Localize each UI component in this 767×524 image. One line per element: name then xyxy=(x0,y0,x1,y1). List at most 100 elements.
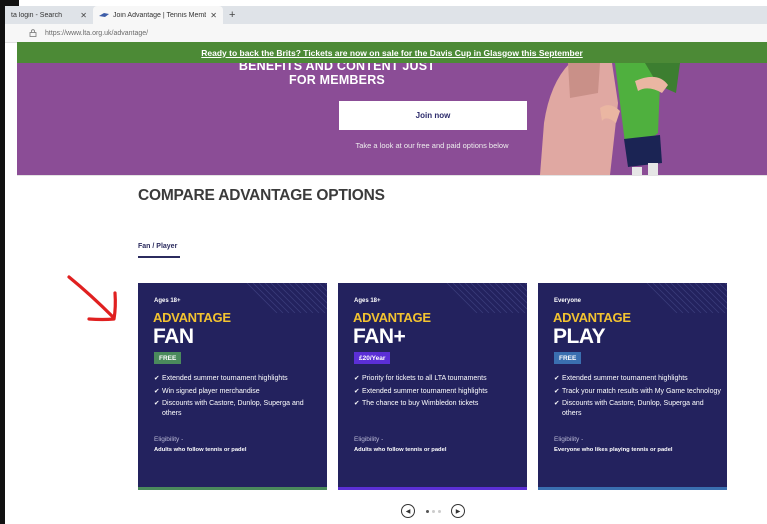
card-brand: ADVANTAGE xyxy=(553,310,631,325)
card-bottom-bar xyxy=(338,487,527,490)
tab-active-underline xyxy=(138,256,180,258)
stripe-line xyxy=(476,283,508,313)
feature-item: ✔ Track your match results with My Game t… xyxy=(554,387,722,397)
eligibility-value: Everyone who likes playing tennis or pad… xyxy=(554,447,673,453)
card-age: Ages 18+ xyxy=(154,298,181,304)
hero-section: BENEFITS AND CONTENT JUST FOR MEMBERS Jo… xyxy=(17,63,767,175)
stripe-line xyxy=(446,283,478,313)
stripe-line xyxy=(494,283,526,313)
eligibility-value: Adults who follow tennis or padel xyxy=(354,447,447,453)
check-icon: ✔ xyxy=(554,387,560,395)
tab-fan-player[interactable]: Fan / Player xyxy=(138,243,177,250)
stripe-pattern-icon xyxy=(446,283,527,313)
browser-tab-advantage[interactable]: Join Advantage | Tennis Membe ✕ xyxy=(93,6,223,24)
stripe-line xyxy=(276,283,308,313)
hero-players-image xyxy=(540,63,710,175)
price-badge: FREE xyxy=(554,352,582,364)
stripe-line xyxy=(458,283,490,313)
feature-text: Win signed player merchandise xyxy=(162,387,260,395)
stripe-line xyxy=(246,283,278,313)
card-brand: ADVANTAGE xyxy=(353,310,431,325)
check-icon: ✔ xyxy=(554,375,560,382)
lock-icon xyxy=(29,29,37,37)
red-arrow-annotation-icon xyxy=(67,275,117,322)
card-age: Everyone xyxy=(554,298,582,304)
browser-tab-search[interactable]: ta login - Search ✕ xyxy=(5,6,93,24)
feature-text: Discounts with Castore, Dunlop, Superga … xyxy=(162,400,304,417)
stripe-line xyxy=(694,283,726,313)
membership-card-fan[interactable]: Ages 18+ ADVANTAGE FAN FREE ✔ Extended su… xyxy=(138,283,327,490)
carousel-pager: ◀ ▶ xyxy=(401,503,465,519)
card-name: FAN+ xyxy=(353,325,406,348)
stripe-line xyxy=(688,283,720,313)
stripe-line xyxy=(464,283,496,313)
carousel-dot[interactable] xyxy=(437,509,441,513)
carousel-dot[interactable] xyxy=(425,509,429,513)
stripe-line xyxy=(682,283,714,313)
feature-item: ✔ The chance to buy Wimbledon tickets xyxy=(354,399,522,409)
feature-text: Discounts with Castore, Dunlop, Superga … xyxy=(562,400,704,417)
promo-banner-link[interactable]: Ready to back the Brits? Tickets are now… xyxy=(17,42,767,63)
url-text[interactable]: https://www.lta.org.uk/advantage/ xyxy=(45,30,148,37)
tab-title: Join Advantage | Tennis Membe xyxy=(113,11,207,19)
carousel-dots xyxy=(425,509,441,513)
carousel-dot[interactable] xyxy=(431,509,435,513)
feature-item: ✔ Extended summer tournament highlights xyxy=(554,374,722,384)
eligibility-label: Eligibility - xyxy=(354,436,384,443)
feature-item: ✔ Discounts with Castore, Dunlop, Superga… xyxy=(154,399,322,419)
feature-item: ✔ Discounts with Castore, Dunlop, Superga… xyxy=(554,399,722,419)
eligibility-label: Eligibility - xyxy=(154,436,184,443)
stripe-line xyxy=(258,283,290,313)
eligibility-value: Adults who follow tennis or padel xyxy=(154,447,247,453)
card-brand: ADVANTAGE xyxy=(153,310,231,325)
window-edge xyxy=(0,0,5,524)
membership-card-fan-plus[interactable]: Ages 18+ ADVANTAGE FAN+ £20/Year ✔ Priori… xyxy=(338,283,527,490)
check-icon: ✔ xyxy=(154,387,160,395)
stripe-line xyxy=(652,283,684,313)
card-age: Ages 18+ xyxy=(354,298,381,304)
check-icon: ✔ xyxy=(354,387,360,395)
feature-text: The chance to buy Wimbledon tickets xyxy=(362,400,479,407)
card-name: PLAY xyxy=(553,325,606,348)
stripe-line xyxy=(658,283,690,313)
stripe-line xyxy=(288,283,320,313)
feature-text: Priority for tickets to all LTA tourname… xyxy=(362,375,487,382)
check-icon: ✔ xyxy=(354,375,360,382)
join-now-button[interactable]: Join now xyxy=(339,101,527,130)
close-icon[interactable]: ✕ xyxy=(210,11,217,20)
carousel-prev-button[interactable]: ◀ xyxy=(401,504,415,518)
feature-item: ✔ Extended summer tournament highlights xyxy=(154,374,322,384)
stripe-line xyxy=(294,283,326,313)
stripe-line xyxy=(646,283,678,313)
feature-list: ✔ Extended summer tournament highlights ✔… xyxy=(554,374,722,422)
stripe-pattern-icon xyxy=(246,283,327,313)
check-icon: ✔ xyxy=(154,400,160,407)
browser-tab-bar: ta login - Search ✕ Join Advantage | Ten… xyxy=(5,6,767,24)
price-badge: £20/Year xyxy=(354,352,391,364)
new-tab-button[interactable]: + xyxy=(229,9,235,21)
stripe-line xyxy=(670,283,702,313)
address-bar[interactable]: https://www.lta.org.uk/advantage/ xyxy=(5,24,767,43)
feature-item: ✔ Extended summer tournament highlights xyxy=(354,387,522,397)
eligibility-label: Eligibility - xyxy=(554,436,584,443)
feature-item: ✔ Win signed player merchandise xyxy=(154,387,322,397)
close-icon[interactable]: ✕ xyxy=(80,11,87,20)
feature-text: Extended summer tournament highlights xyxy=(162,375,288,382)
stripe-line xyxy=(676,283,708,313)
hero-subtext: Take a look at our free and paid options… xyxy=(355,141,509,150)
stripe-line xyxy=(664,283,696,313)
divider xyxy=(17,175,767,176)
price-badge: FREE xyxy=(154,352,182,364)
stripe-line xyxy=(282,283,314,313)
carousel-next-button[interactable]: ▶ xyxy=(451,504,465,518)
feature-list: ✔ Extended summer tournament highlights ✔… xyxy=(154,374,322,422)
membership-card-play[interactable]: Everyone ADVANTAGE PLAY FREE ✔ Extended s… xyxy=(538,283,727,490)
stripe-line xyxy=(482,283,514,313)
feature-text: Extended summer tournament highlights xyxy=(562,375,688,382)
stripe-pattern-icon xyxy=(646,283,727,313)
page: ta login - Search ✕ Join Advantage | Ten… xyxy=(0,0,767,524)
stripe-line xyxy=(252,283,284,313)
check-icon: ✔ xyxy=(154,375,160,382)
stripe-line xyxy=(488,283,520,313)
stripe-line xyxy=(470,283,502,313)
